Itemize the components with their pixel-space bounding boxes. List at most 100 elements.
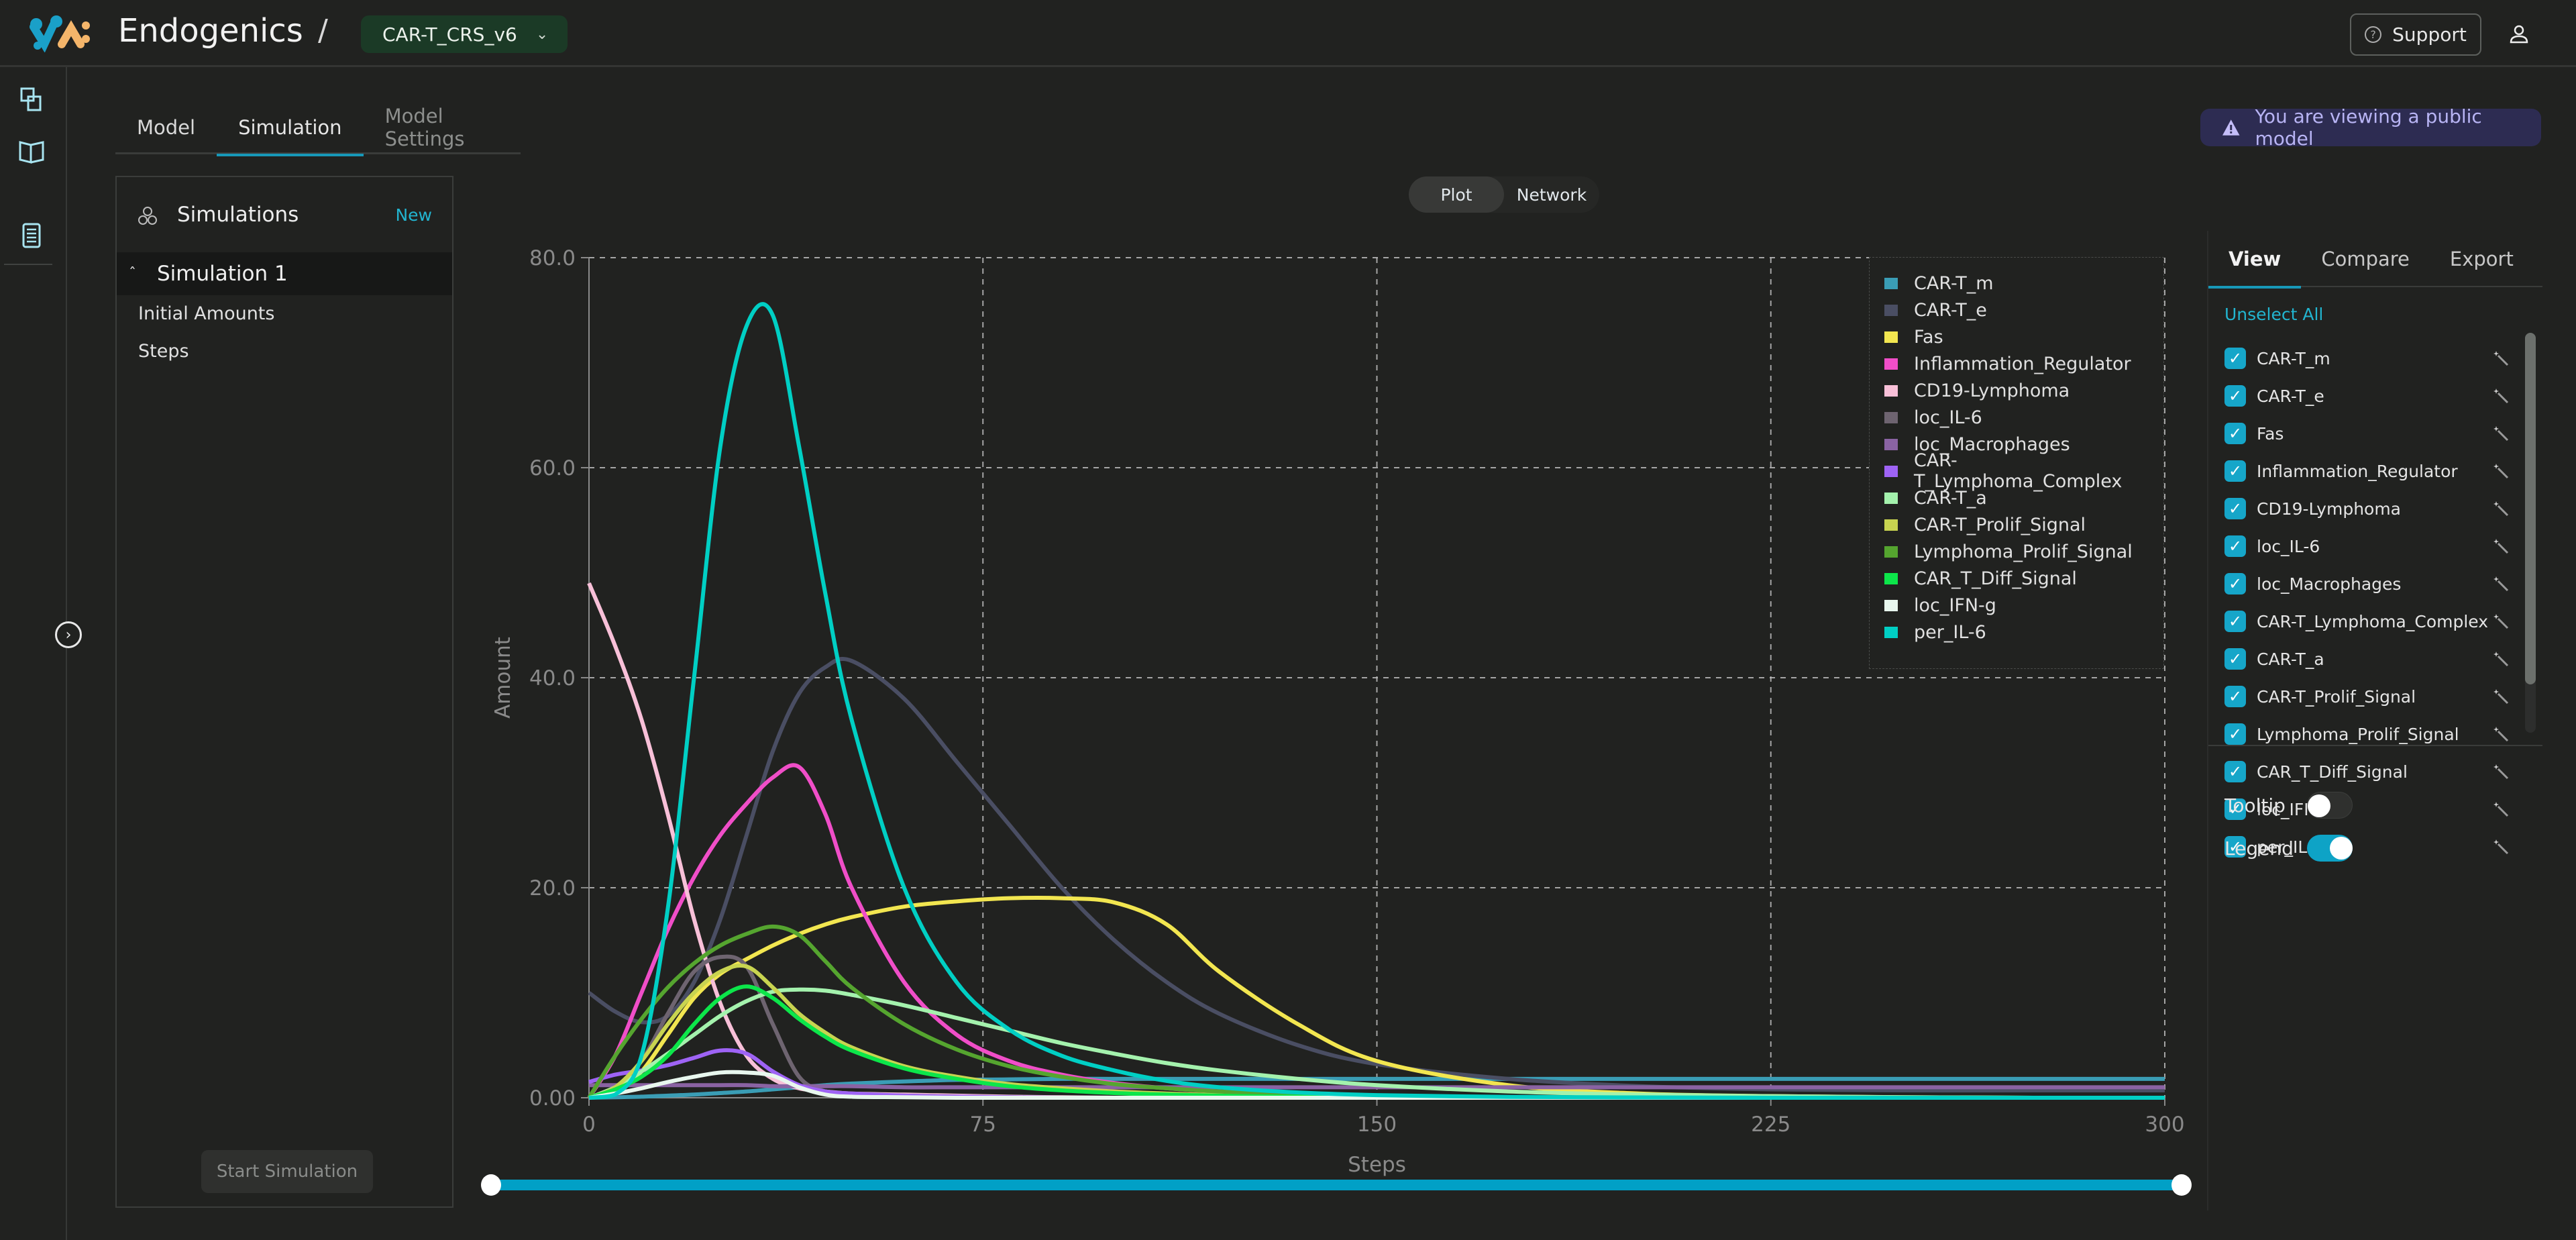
legend-label: loc_IL-6: [1914, 407, 1982, 428]
magic-wand-icon[interactable]: [2493, 501, 2509, 517]
simulation-item-label: Simulation 1: [157, 262, 288, 286]
x-tick-label: 150: [1357, 1113, 1397, 1137]
legend-label: per_IL-6: [1914, 621, 1986, 643]
series-line-inflammation-regulator: [587, 763, 2165, 1100]
range-start-handle[interactable]: [481, 1174, 501, 1196]
magic-wand-icon[interactable]: [2493, 350, 2509, 366]
legend-item[interactable]: Inflammation_Regulator: [1884, 350, 2131, 377]
simulation-initial-amounts[interactable]: Initial Amounts: [138, 303, 274, 324]
magic-wand-icon[interactable]: [2493, 576, 2509, 592]
view-switch: Plot Network: [1409, 176, 1599, 213]
magic-wand-icon[interactable]: [2493, 463, 2509, 479]
species-checkbox[interactable]: ✓: [2224, 423, 2246, 444]
magic-wand-icon[interactable]: [2493, 613, 2509, 629]
unselect-all-button[interactable]: Unselect All: [2224, 305, 2323, 324]
simulation-steps[interactable]: Steps: [138, 341, 189, 362]
species-checkbox[interactable]: ✓: [2224, 348, 2246, 369]
legend-swatch: [1884, 384, 1898, 397]
model-layers-icon[interactable]: [17, 86, 46, 114]
legend-swatch: [1884, 331, 1898, 343]
magic-wand-icon[interactable]: [2493, 688, 2509, 705]
step-range-track[interactable]: [491, 1180, 2182, 1190]
legend-item[interactable]: CAR-T_a: [1884, 484, 1987, 511]
species-checkbox[interactable]: ✓: [2224, 611, 2246, 632]
species-name: Fas: [2257, 423, 2284, 444]
tab-compare[interactable]: Compare: [2301, 231, 2430, 287]
expand-sidebar-button[interactable]: ›: [55, 621, 82, 648]
support-button[interactable]: ? Support: [2350, 13, 2481, 56]
species-scroll-thumb[interactable]: [2525, 333, 2536, 684]
species-name: CAR-T_Prolif_Signal: [2257, 686, 2416, 707]
magic-wand-icon[interactable]: [2493, 726, 2509, 742]
species-checkbox[interactable]: ✓: [2224, 761, 2246, 782]
magic-wand-icon[interactable]: [2493, 801, 2509, 817]
simulations-header: Simulations New: [117, 177, 452, 251]
legend-item[interactable]: Lymphoma_Prolif_Signal: [1884, 538, 2133, 565]
magic-wand-icon[interactable]: [2493, 839, 2509, 855]
legend-item[interactable]: CAR-T_m: [1884, 270, 1994, 297]
species-checkbox[interactable]: ✓: [2224, 498, 2246, 519]
tab-model[interactable]: Model: [115, 101, 217, 154]
magic-wand-icon[interactable]: [2493, 388, 2509, 404]
tooltip-toggle[interactable]: [2306, 792, 2353, 819]
legend-item[interactable]: loc_IFN-g: [1884, 592, 1996, 619]
species-checkbox[interactable]: ✓: [2224, 723, 2246, 745]
support-label: Support: [2392, 23, 2467, 46]
species-row: ✓ CAR-T_Prolif_Signal: [2224, 682, 2513, 711]
tab-simulation[interactable]: Simulation: [217, 101, 364, 156]
simulation-item[interactable]: ˆ Simulation 1: [117, 252, 452, 295]
model-name: CAR-T_CRS_v6: [382, 23, 517, 46]
breadcrumb-separator: /: [318, 13, 328, 48]
magic-wand-icon[interactable]: [2493, 538, 2509, 554]
species-row: ✓ Inflammation_Regulator: [2224, 456, 2513, 486]
start-simulation-button[interactable]: Start Simulation: [201, 1150, 373, 1193]
legend-item[interactable]: per_IL-6: [1884, 619, 1986, 645]
species-checkbox[interactable]: ✓: [2224, 648, 2246, 670]
legend-swatch: [1884, 572, 1898, 584]
help-circle-icon: ?: [2365, 26, 2382, 43]
legend-toggle[interactable]: [2306, 835, 2353, 862]
legend-swatch: [1884, 304, 1898, 316]
legend-item[interactable]: CD19-Lymphoma: [1884, 377, 2070, 404]
user-account-icon[interactable]: [2509, 24, 2529, 44]
public-model-notice-text: You are viewing a public model: [2255, 105, 2482, 150]
legend-item[interactable]: CAR-T_e: [1884, 297, 1987, 323]
legend-swatch: [1884, 519, 1898, 531]
species-name: CAR-T_Lymphoma_Complex: [2257, 611, 2489, 631]
legend-swatch: [1884, 358, 1898, 370]
species-checkbox[interactable]: ✓: [2224, 686, 2246, 707]
tab-model-settings[interactable]: Model Settings: [364, 101, 521, 154]
legend-item[interactable]: loc_IL-6: [1884, 404, 1982, 431]
x-tick-label: 225: [1751, 1113, 1790, 1137]
view-options-panel: View Compare Export Unselect All ✓ CAR-T_…: [2207, 231, 2542, 1210]
legend-label: CAR_T_Diff_Signal: [1914, 568, 2077, 589]
legend-label: Inflammation_Regulator: [1914, 353, 2131, 374]
magic-wand-icon[interactable]: [2493, 651, 2509, 667]
brand-name: Endogenics: [118, 12, 303, 50]
network-view-option[interactable]: Network: [1504, 176, 1599, 213]
book-icon[interactable]: [17, 137, 46, 165]
y-tick-label: 20.0: [529, 876, 576, 900]
legend-item[interactable]: CAR-T_Prolif_Signal: [1884, 511, 2086, 538]
legend-item[interactable]: CAR-T_Lymphoma_Complex: [1884, 450, 2163, 492]
model-selector[interactable]: CAR-T_CRS_v6 ⌄: [361, 15, 568, 53]
species-checkbox[interactable]: ✓: [2224, 385, 2246, 407]
range-end-handle[interactable]: [2171, 1174, 2192, 1196]
species-checkbox[interactable]: ✓: [2224, 573, 2246, 595]
legend-item[interactable]: Fas: [1884, 323, 1943, 350]
species-checkbox[interactable]: ✓: [2224, 535, 2246, 557]
legend-item[interactable]: CAR_T_Diff_Signal: [1884, 565, 2077, 592]
species-scrollbar[interactable]: [2525, 333, 2536, 733]
tab-view[interactable]: View: [2208, 231, 2302, 289]
species-name: Inflammation_Regulator: [2257, 461, 2458, 481]
magic-wand-icon[interactable]: [2493, 425, 2509, 442]
species-row: ✓ CAR-T_e: [2224, 381, 2513, 411]
y-axis-label: Amount: [491, 637, 515, 719]
plot-view-option[interactable]: Plot: [1409, 176, 1504, 213]
tab-export[interactable]: Export: [2430, 231, 2534, 287]
document-list-icon[interactable]: [17, 221, 46, 250]
species-checkbox[interactable]: ✓: [2224, 460, 2246, 482]
new-simulation-button[interactable]: New: [395, 205, 432, 225]
magic-wand-icon[interactable]: [2493, 764, 2509, 780]
molecule-cluster-icon: [138, 207, 157, 225]
